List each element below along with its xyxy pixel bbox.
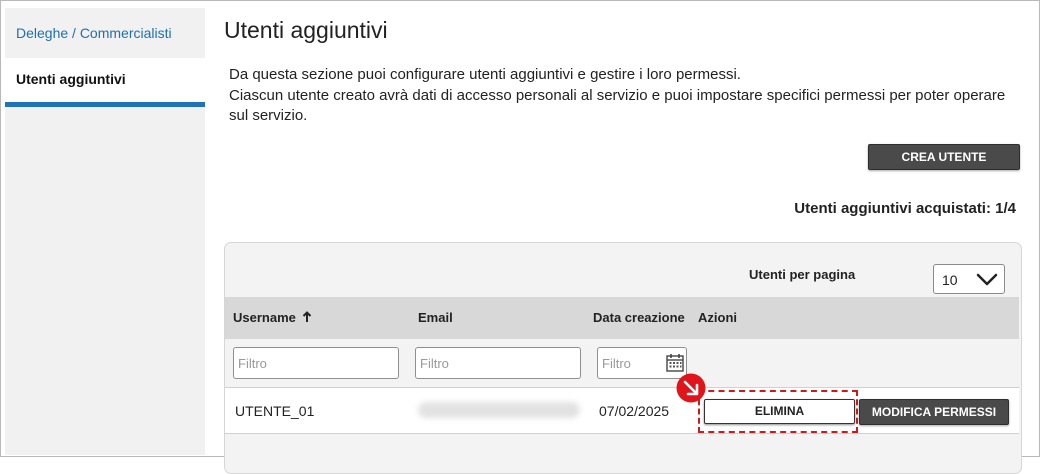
- per-page-value: 10: [942, 272, 958, 288]
- pointer-arrow-icon: [676, 373, 706, 403]
- delete-button[interactable]: ELIMINA: [704, 399, 855, 424]
- create-user-button[interactable]: CREA UTENTE: [868, 144, 1020, 170]
- description-line-1: Da questa sezione puoi configurare utent…: [229, 66, 741, 83]
- column-username[interactable]: Username: [233, 310, 312, 325]
- page-description: Da questa sezione puoi configurare utent…: [229, 65, 1009, 127]
- column-email[interactable]: Email: [418, 310, 453, 325]
- column-azioni: Azioni: [698, 310, 737, 325]
- modify-permissions-button[interactable]: MODIFICA PERMESSI: [859, 399, 1009, 425]
- sidebar-item-deleghe[interactable]: Deleghe / Commercialisti: [5, 8, 205, 58]
- row-data-creazione: 07/02/2025: [599, 403, 670, 419]
- row-email-redacted: [418, 402, 580, 418]
- calendar-icon[interactable]: [666, 353, 684, 372]
- email-filter-input[interactable]: [415, 347, 581, 379]
- sidebar: Deleghe / Commercialisti Utenti aggiunti…: [5, 8, 205, 455]
- purchased-users-count: Utenti aggiuntivi acquistati: 1/4: [794, 200, 1016, 217]
- username-filter-input[interactable]: [233, 347, 399, 379]
- description-line-2: Ciascun utente creato avrà dati di acces…: [229, 86, 1006, 125]
- column-data-creazione[interactable]: Data creazione: [593, 310, 685, 325]
- page-title: Utenti aggiuntivi: [224, 17, 388, 43]
- chevron-down-icon: [976, 273, 998, 286]
- column-username-label: Username: [233, 310, 296, 325]
- sidebar-item-utenti-aggiuntivi[interactable]: Utenti aggiuntivi: [5, 58, 205, 107]
- row-username: UTENTE_01: [235, 403, 315, 419]
- table-header: Username Email Data creazione Azioni: [225, 297, 1019, 339]
- per-page-select[interactable]: 10: [933, 264, 1005, 294]
- per-page-label: Utenti per pagina: [749, 267, 856, 282]
- sort-up-arrow-icon: [302, 311, 311, 322]
